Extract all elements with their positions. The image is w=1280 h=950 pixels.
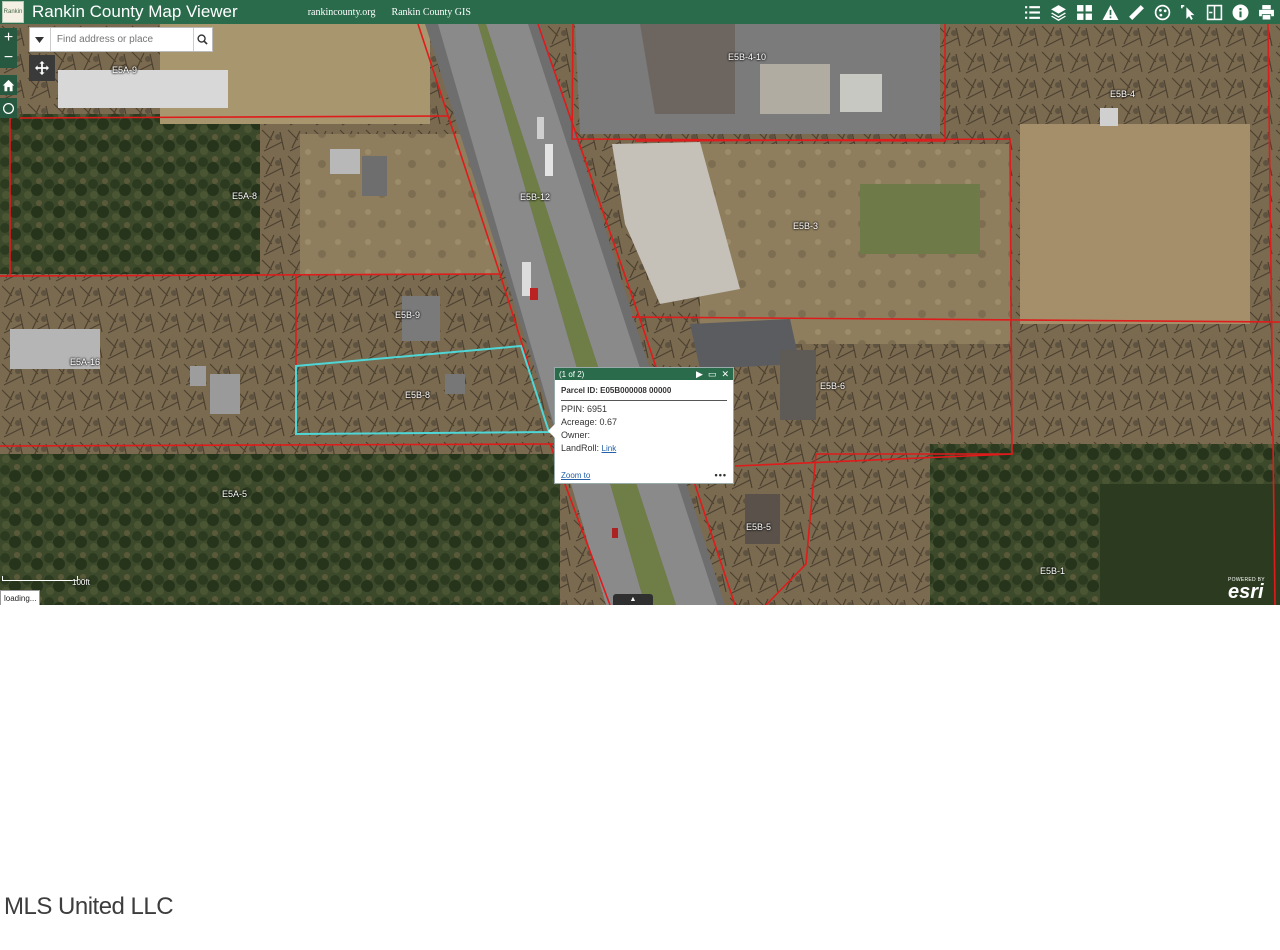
esri-attribution: POWERED BY esri [1228, 577, 1265, 603]
scale-bar [2, 576, 78, 581]
parcel-label[interactable]: E5A-5 [222, 489, 247, 499]
basemap-gallery-icon [1076, 4, 1092, 20]
legend-icon [1024, 5, 1040, 19]
info-button[interactable] [1228, 0, 1252, 24]
measure-icon [1128, 4, 1144, 20]
acreage-field: Acreage: 0.67 [561, 417, 618, 427]
parcel-label[interactable]: E5B-9 [395, 310, 420, 320]
parcel-label[interactable]: E5B-5 [746, 522, 771, 532]
popup-body: Parcel ID: E05B000008 00000 PPIN: 6951 A… [555, 380, 733, 453]
draw-icon [1154, 4, 1170, 20]
parcel-label[interactable]: E5B-3 [793, 221, 818, 231]
warning-icon [1102, 4, 1118, 20]
popup-header: (1 of 2) ▶ ▭ ✕ [555, 368, 733, 380]
info-icon [1232, 4, 1248, 20]
popup-footer: Zoom to ••• [561, 470, 727, 480]
warning-button[interactable] [1098, 0, 1122, 24]
parcel-label[interactable]: E5B-8 [405, 390, 430, 400]
move-tool-button[interactable] [29, 55, 55, 81]
esri-logo: esri [1228, 581, 1264, 603]
ppin-field: PPIN: 6951 [561, 404, 608, 414]
maximize-button[interactable]: ▭ [708, 368, 717, 380]
parcel-popup: (1 of 2) ▶ ▭ ✕ Parcel ID: E05B000008 000… [548, 367, 734, 484]
widget-toolbar [1020, 0, 1278, 24]
landroll-link[interactable]: Link [602, 444, 617, 453]
basemap-gallery-button[interactable] [1072, 0, 1096, 24]
layers-button[interactable] [1046, 0, 1070, 24]
landroll-label: LandRoll: [561, 443, 600, 453]
zoom-out-button[interactable]: − [0, 48, 17, 68]
popup-pointer [548, 424, 555, 438]
select-button[interactable] [1176, 0, 1200, 24]
search-source-dropdown[interactable] [30, 28, 51, 51]
search-icon [197, 34, 209, 45]
search-button[interactable] [192, 28, 212, 51]
county-logo: Rankin [2, 1, 24, 23]
link-rankincounty[interactable]: rankincounty.org [308, 7, 376, 18]
aerial-imagery [0, 24, 1280, 605]
aerial-map[interactable]: E5A-9 E5A-8 E5B-12 E5B-9 E5A-16 E5B-8 E5… [0, 24, 1280, 605]
move-icon [35, 61, 49, 75]
next-feature-button[interactable]: ▶ [696, 368, 703, 380]
caret-down-icon [35, 36, 45, 43]
draw-button[interactable] [1150, 0, 1174, 24]
home-icon [2, 79, 15, 91]
parcel-label[interactable]: E5B-4-10 [728, 52, 766, 62]
split-button[interactable] [1202, 0, 1226, 24]
search-input[interactable] [50, 28, 193, 51]
zoom-in-button[interactable]: + [0, 28, 17, 48]
map-viewer-app: Rankin Rankin County Map Viewer rankinco… [0, 0, 1280, 605]
close-button[interactable]: ✕ [721, 368, 729, 380]
link-rankin-gis[interactable]: Rankin County GIS [391, 7, 470, 18]
print-button[interactable] [1254, 0, 1278, 24]
attribute-table-toggle[interactable]: ▲ [613, 594, 653, 605]
parcel-label[interactable]: E5A-16 [70, 357, 100, 367]
scale-label: 100ft [72, 578, 90, 587]
home-button[interactable] [0, 75, 17, 95]
parcel-label[interactable]: E5B-4 [1110, 89, 1135, 99]
popup-counter: (1 of 2) [559, 369, 585, 379]
owner-field: Owner: [561, 430, 591, 440]
locate-icon [2, 102, 15, 114]
select-icon [1180, 4, 1194, 20]
more-actions-button[interactable]: ••• [715, 470, 727, 480]
measure-button[interactable] [1124, 0, 1148, 24]
print-icon [1258, 4, 1274, 20]
parcel-label[interactable]: E5A-8 [232, 191, 257, 201]
zoom-control: + − [0, 28, 17, 68]
watermark: MLS United LLC [4, 893, 174, 920]
legend-button[interactable] [1020, 0, 1044, 24]
parcel-label[interactable]: E5B-6 [820, 381, 845, 391]
search-widget [29, 27, 213, 52]
split-icon [1206, 4, 1222, 20]
landroll-field: LandRoll: Link [561, 443, 727, 453]
layers-icon [1050, 4, 1066, 21]
locate-button[interactable] [0, 98, 17, 118]
parcel-label[interactable]: E5B-1 [1040, 566, 1065, 576]
zoom-to-link[interactable]: Zoom to [561, 471, 590, 480]
header-links: rankincounty.org Rankin County GIS [308, 7, 471, 18]
app-title: Rankin County Map Viewer [32, 2, 238, 21]
popup-title: Parcel ID: E05B000008 00000 [561, 386, 727, 401]
app-header: Rankin Rankin County Map Viewer rankinco… [0, 0, 1280, 24]
parcel-label[interactable]: E5A-9 [112, 65, 137, 75]
parcel-label[interactable]: E5B-12 [520, 192, 550, 202]
loading-status: loading... [0, 590, 41, 605]
